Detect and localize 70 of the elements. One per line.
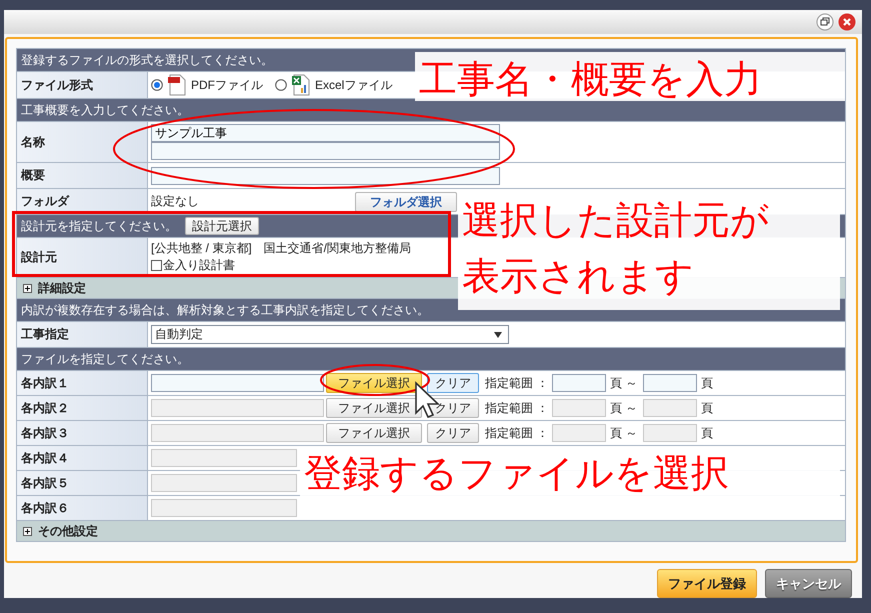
expand-icon[interactable] bbox=[23, 284, 32, 292]
field-label: 概要 bbox=[17, 163, 148, 188]
section-header: 内訳が複数存在する場合は、解析対象とする工事内訳を指定してください。 bbox=[21, 302, 429, 318]
file-select-button[interactable]: ファイル選択 bbox=[326, 373, 422, 393]
field-label: 名称 bbox=[17, 122, 148, 162]
file-field[interactable] bbox=[151, 424, 324, 442]
section-header: ファイルを指定してください。 bbox=[21, 350, 189, 368]
file-field[interactable] bbox=[151, 449, 297, 467]
dropdown-arrow-icon bbox=[494, 332, 502, 338]
option-label: Excelファイル bbox=[315, 76, 392, 94]
field-label: 設計元 bbox=[17, 238, 148, 277]
input-field[interactable] bbox=[151, 142, 500, 160]
select-button[interactable]: 設計元選択 bbox=[185, 217, 259, 235]
page-unit: 頁 ～ bbox=[610, 374, 638, 392]
field-label: ファイル形式 bbox=[17, 72, 148, 98]
section-toggle[interactable]: 詳細設定 bbox=[38, 280, 86, 296]
register-button[interactable]: ファイル登録 bbox=[657, 569, 757, 598]
option-label: PDFファイル bbox=[191, 76, 263, 94]
range-label: 指定範囲 ： bbox=[485, 374, 547, 392]
field-label: 各内訳１ bbox=[17, 371, 148, 395]
page-to-field[interactable] bbox=[643, 399, 697, 417]
file-field[interactable] bbox=[151, 374, 324, 392]
section-header: 工事概要を入力してください。 bbox=[21, 102, 189, 118]
restore-icon[interactable] bbox=[816, 13, 834, 31]
checkbox[interactable] bbox=[151, 260, 162, 271]
clear-button[interactable]: クリア bbox=[427, 373, 479, 393]
dropdown[interactable]: 自動判定 bbox=[151, 325, 509, 344]
name-field[interactable]: サンプル工事 bbox=[151, 124, 500, 142]
clear-button[interactable]: クリア bbox=[427, 423, 479, 443]
page-to-field[interactable] bbox=[643, 374, 697, 392]
field-label: 各内訳４ bbox=[17, 446, 148, 470]
input-field[interactable] bbox=[151, 166, 500, 184]
page-unit: 頁 bbox=[701, 400, 713, 416]
designer-value: [公共地整 / 東京都] 国土交通省/関東地方整備局 bbox=[151, 240, 412, 257]
section-toggle[interactable]: その他設定 bbox=[38, 522, 98, 540]
spreadsheet-icon bbox=[290, 74, 312, 96]
folder-button[interactable]: フォルダ選択 bbox=[355, 192, 457, 212]
callout-text: 工事名・概要を入力 bbox=[419, 58, 763, 103]
range-label: 指定範囲 ： bbox=[485, 400, 547, 416]
field-label: 各内訳２ bbox=[17, 396, 148, 420]
page-from-field[interactable] bbox=[552, 399, 606, 417]
section-header: 登録するファイルの形式を選択してください。 bbox=[21, 52, 273, 68]
file-field[interactable] bbox=[151, 499, 297, 517]
page-unit: 頁 ～ bbox=[610, 424, 638, 442]
pdf-document-icon bbox=[166, 74, 188, 96]
folder-value: 設定なし bbox=[151, 193, 200, 210]
page-from-field[interactable] bbox=[552, 424, 606, 442]
field-label: 各内訳６ bbox=[17, 496, 148, 520]
callout-text: 表示されます bbox=[462, 255, 695, 300]
field-label: 工事指定 bbox=[17, 322, 148, 347]
file-select-button[interactable]: ファイル選択 bbox=[326, 398, 422, 418]
close-icon[interactable] bbox=[838, 13, 856, 31]
page-to-field[interactable] bbox=[643, 424, 697, 442]
field-label: 各内訳５ bbox=[17, 471, 148, 495]
file-field[interactable] bbox=[151, 399, 324, 417]
file-select-button[interactable]: ファイル選択 bbox=[326, 423, 422, 443]
page-unit: 頁 bbox=[701, 424, 713, 442]
expand-icon[interactable] bbox=[23, 526, 32, 536]
field-label: 各内訳３ bbox=[17, 421, 148, 445]
callout-text: 選択した設計元が bbox=[462, 199, 770, 244]
radio-button[interactable] bbox=[275, 79, 287, 91]
file-field[interactable] bbox=[151, 474, 297, 492]
section-header: 設計元を指定してください。 bbox=[21, 218, 177, 234]
page-unit: 頁 ～ bbox=[610, 400, 638, 416]
page-unit: 頁 bbox=[701, 374, 713, 392]
range-label: 指定範囲 ： bbox=[485, 424, 547, 442]
page-from-field[interactable] bbox=[552, 374, 606, 392]
checkbox-label: 金入り設計書 bbox=[163, 257, 235, 274]
callout-text: 登録するファイルを選択 bbox=[304, 452, 730, 497]
radio-button[interactable] bbox=[151, 79, 163, 91]
